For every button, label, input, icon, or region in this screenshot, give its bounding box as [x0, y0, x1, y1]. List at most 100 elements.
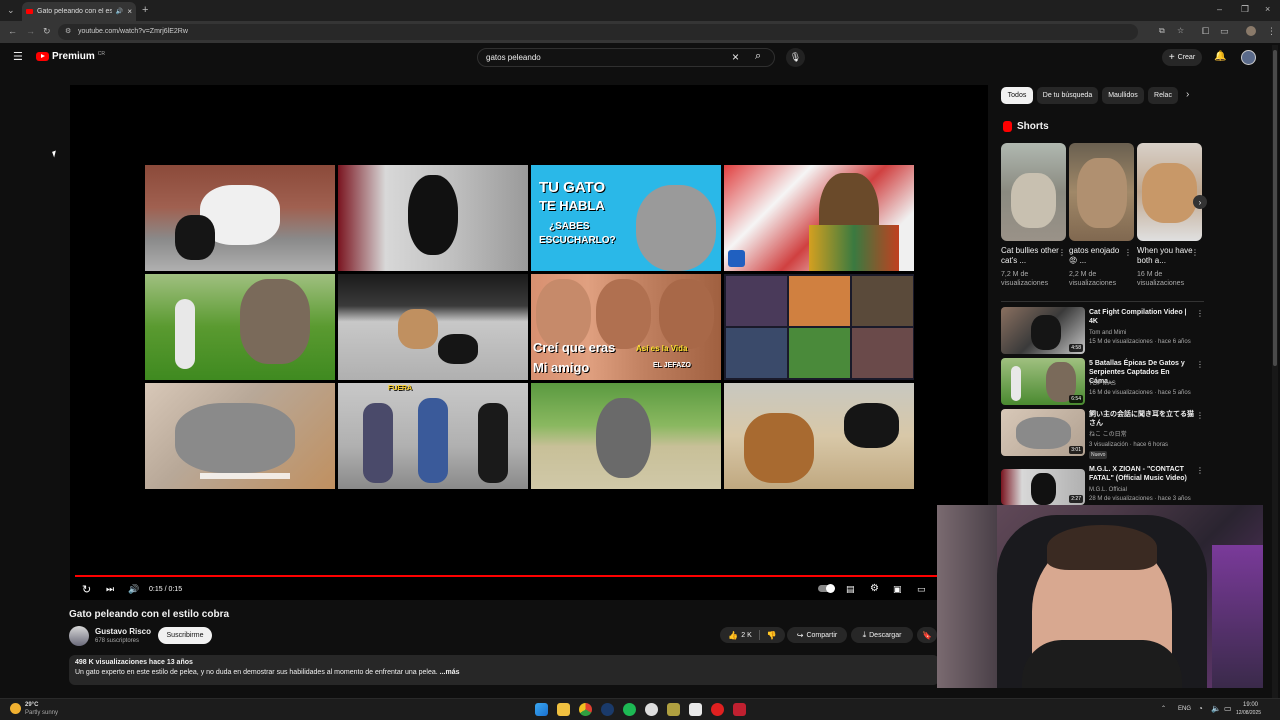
- end-thumb-crei-que-eras[interactable]: Creí que eras Mi amigo Así es la Vida EL…: [531, 274, 721, 380]
- windows-start-icon[interactable]: [535, 703, 548, 716]
- share-button[interactable]: ↪ Compartir: [787, 627, 847, 643]
- file-explorer-icon[interactable]: [557, 703, 570, 716]
- miniplayer-icon[interactable]: ▣: [893, 584, 902, 595]
- tab-close-icon[interactable]: ×: [127, 7, 132, 16]
- end-thumb-raccoon[interactable]: [531, 383, 721, 489]
- weather-icon[interactable]: [10, 703, 21, 714]
- short-menu-icon[interactable]: ⋮: [1058, 248, 1066, 257]
- forward-icon[interactable]: →: [26, 27, 35, 36]
- autoplay-toggle[interactable]: [818, 584, 835, 593]
- settings-gear-icon[interactable]: ⚙: [870, 583, 879, 594]
- short-item[interactable]: [1137, 143, 1202, 241]
- minimize-icon[interactable]: –: [1217, 5, 1222, 14]
- tab-search-icon[interactable]: ⌄: [7, 6, 15, 15]
- channel-name[interactable]: Gustavo Risco: [95, 627, 151, 636]
- end-thumb-cat-fight[interactable]: [145, 165, 335, 271]
- tray-overflow-icon[interactable]: ⌃: [1161, 705, 1166, 712]
- end-thumb-fuera[interactable]: FUERA: [338, 383, 528, 489]
- weather-temp[interactable]: 29°C: [25, 702, 38, 708]
- browser-menu-icon[interactable]: ⋮: [1267, 27, 1276, 36]
- extensions-icon[interactable]: ⧠: [1202, 27, 1209, 36]
- clock-time[interactable]: 19:00: [1243, 702, 1258, 708]
- short-menu-icon[interactable]: ⋮: [1191, 248, 1199, 257]
- browser-tab[interactable]: Gato peleando con el estilo 🔊 ×: [22, 2, 136, 21]
- app-icon[interactable]: [689, 703, 702, 716]
- short-menu-icon[interactable]: ⋮: [1124, 248, 1132, 257]
- replay-icon[interactable]: ↻: [82, 583, 91, 596]
- recommended-menu-icon[interactable]: ⋮: [1196, 466, 1204, 475]
- chip-maullidos[interactable]: Maullidos: [1102, 87, 1144, 104]
- show-more-link[interactable]: ...más: [440, 669, 460, 676]
- recommended-thumbnail[interactable]: 3:01: [1001, 409, 1085, 456]
- description-box[interactable]: 498 K visualizaciones hace 13 años Un ga…: [69, 655, 939, 685]
- language-indicator[interactable]: ENG: [1178, 706, 1191, 712]
- end-thumb-sunglasses-man[interactable]: [724, 165, 914, 271]
- youtube-app-icon[interactable]: [711, 703, 724, 716]
- chip-de-tu-busqueda[interactable]: De tu búsqueda: [1037, 87, 1098, 104]
- end-thumb-dark-figure[interactable]: [338, 165, 528, 271]
- chrome-icon[interactable]: [579, 703, 592, 716]
- page-scrollbar-thumb[interactable]: [1273, 50, 1277, 366]
- shorts-next-icon[interactable]: ›: [1193, 195, 1207, 209]
- chips-next-icon[interactable]: ›: [1186, 89, 1189, 100]
- end-thumb-cat-box[interactable]: [145, 383, 335, 489]
- recommended-thumbnail[interactable]: 6:54: [1001, 358, 1085, 405]
- spotify-icon[interactable]: [623, 703, 636, 716]
- short-title[interactable]: When you have both a...: [1137, 246, 1197, 266]
- profile-icon[interactable]: [1246, 26, 1256, 36]
- restore-icon[interactable]: ❐: [1241, 5, 1249, 14]
- download-button[interactable]: ⤓ Descargar: [851, 627, 913, 643]
- end-thumb-video-call[interactable]: [724, 274, 914, 380]
- end-thumb-tu-gato-te-habla[interactable]: TU GATO TE HABLA ¿SABES ESCUCHARLO?: [531, 165, 721, 271]
- recommended-channel[interactable]: ねこ この日常: [1089, 431, 1204, 439]
- thumbs-down-icon[interactable]: 👎: [767, 631, 777, 640]
- reload-icon[interactable]: ↻: [43, 27, 51, 36]
- chip-todos[interactable]: Todos: [1001, 87, 1033, 104]
- like-button[interactable]: 👍 2 K: [728, 631, 751, 640]
- recommended-channel[interactable]: TOP MAS: [1089, 380, 1204, 388]
- speaker-icon[interactable]: 🔈: [1211, 704, 1221, 713]
- short-title[interactable]: Cat bullies other cat's ...: [1001, 246, 1061, 266]
- recommended-menu-icon[interactable]: ⋮: [1196, 309, 1204, 318]
- short-title[interactable]: gatos enojado 😡 ...: [1069, 246, 1124, 266]
- voice-search-icon[interactable]: 🎙: [786, 48, 805, 67]
- recommended-thumbnail[interactable]: 2:27: [1001, 469, 1085, 505]
- url-field[interactable]: ⚙ youtube.com/watch?v=Zmrj6lE2Rw ⧉ ☆: [58, 24, 1184, 40]
- clear-search-icon[interactable]: ×: [732, 51, 739, 63]
- new-tab-icon[interactable]: +: [142, 5, 148, 16]
- account-avatar[interactable]: [1241, 50, 1256, 65]
- bookmark-star-icon[interactable]: ☆: [1177, 27, 1184, 35]
- subscribe-button[interactable]: Suscribirme: [158, 627, 212, 644]
- notifications-bell-icon[interactable]: 🔔: [1214, 52, 1226, 62]
- wifi-icon[interactable]: ◔: [1198, 704, 1203, 713]
- recommended-title[interactable]: M.G.L. X ZIOAN - "CONTACT FATAL" (Offici…: [1089, 465, 1194, 483]
- back-icon[interactable]: ←: [8, 27, 17, 36]
- site-info-icon[interactable]: ⚙: [65, 28, 71, 35]
- channel-avatar[interactable]: [69, 626, 89, 646]
- search-icon[interactable]: ⌕: [755, 51, 761, 62]
- create-button[interactable]: + Crear: [1162, 49, 1202, 66]
- theater-mode-icon[interactable]: ▭: [917, 584, 926, 595]
- open-in-app-icon[interactable]: ⧉: [1159, 27, 1165, 35]
- app-icon[interactable]: [645, 703, 658, 716]
- short-item[interactable]: [1069, 143, 1134, 241]
- youtube-logo[interactable]: Premium CR: [36, 51, 105, 62]
- app-icon[interactable]: [667, 703, 680, 716]
- end-thumb-cats-roof[interactable]: [338, 274, 528, 380]
- end-thumb-lion-bull[interactable]: [724, 383, 914, 489]
- app-icon[interactable]: [733, 703, 746, 716]
- save-button[interactable]: 🔖: [917, 627, 937, 643]
- recommended-channel[interactable]: M.G.L. Official: [1089, 486, 1204, 494]
- recommended-menu-icon[interactable]: ⋮: [1196, 411, 1204, 420]
- chip-relac[interactable]: Relac: [1148, 87, 1178, 104]
- battery-icon[interactable]: ▭: [1224, 704, 1232, 713]
- clock-date[interactable]: 12/08/2025: [1236, 710, 1261, 716]
- video-progress-bar[interactable]: [75, 575, 937, 577]
- recommended-channel[interactable]: Tom and Mimi: [1089, 329, 1204, 337]
- audio-playing-icon[interactable]: 🔊: [116, 8, 123, 15]
- subtitles-icon[interactable]: ▤: [846, 584, 855, 595]
- recommended-title[interactable]: 飼い主の会話に聞き耳を立てる猫さん: [1089, 410, 1194, 428]
- next-video-icon[interactable]: ⏭: [106, 584, 114, 595]
- recommended-menu-icon[interactable]: ⋮: [1196, 360, 1204, 369]
- recommended-title[interactable]: Cat Fight Compilation Video | 4K: [1089, 308, 1194, 326]
